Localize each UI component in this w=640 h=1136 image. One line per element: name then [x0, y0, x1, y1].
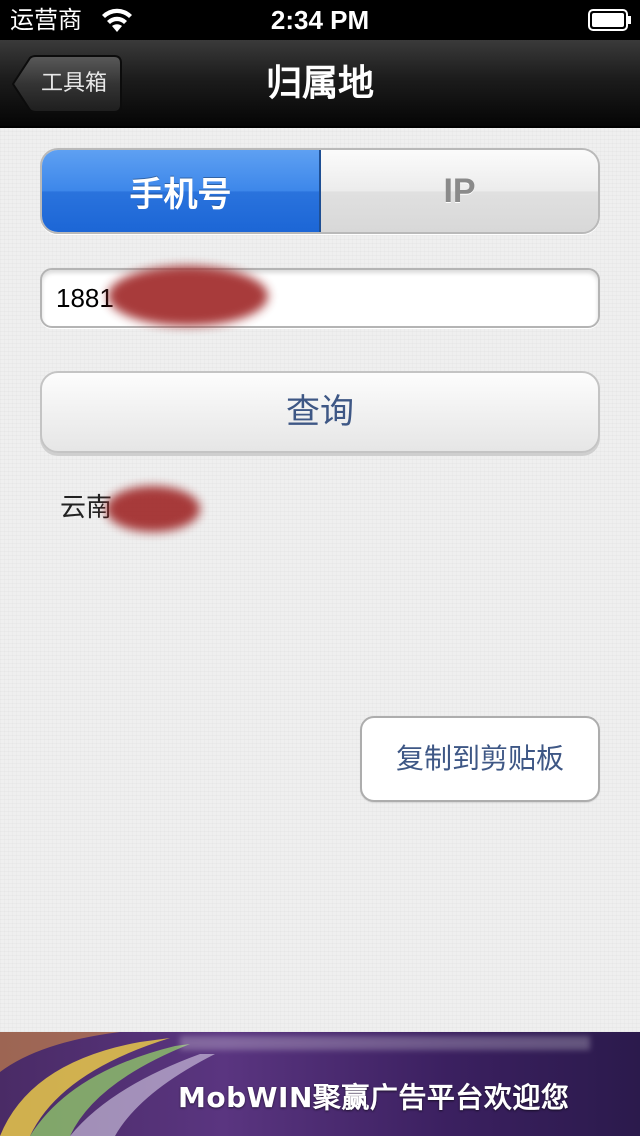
copy-to-clipboard-button[interactable]: 复制到剪贴板: [360, 716, 600, 802]
navigation-bar: 工具箱 归属地: [0, 40, 640, 128]
battery-icon: [588, 9, 631, 31]
redaction-mark: [106, 486, 200, 532]
ad-text: MobWIN聚赢广告平台欢迎您: [178, 1081, 570, 1114]
result-location-text: 云南: [60, 493, 113, 523]
query-button[interactable]: 查询: [40, 371, 600, 453]
redaction-mark: [108, 266, 268, 326]
ad-banner[interactable]: MobWIN聚赢广告平台欢迎您: [0, 1032, 640, 1136]
segment-ip[interactable]: IP: [321, 150, 598, 232]
mode-segmented-control: 手机号 IP: [40, 148, 600, 234]
page-title: 归属地: [265, 63, 374, 104]
status-bar: 运营商 2:34 PM: [0, 0, 640, 40]
screen: 运营商 2:34 PM 工具箱 归属地 手机号 IP 1881 查询 云南 复制…: [0, 0, 640, 1136]
ad-faded-text: [180, 1036, 590, 1050]
status-time: 2:34 PM: [270, 5, 370, 35]
segment-phone-number[interactable]: 手机号: [42, 150, 321, 232]
